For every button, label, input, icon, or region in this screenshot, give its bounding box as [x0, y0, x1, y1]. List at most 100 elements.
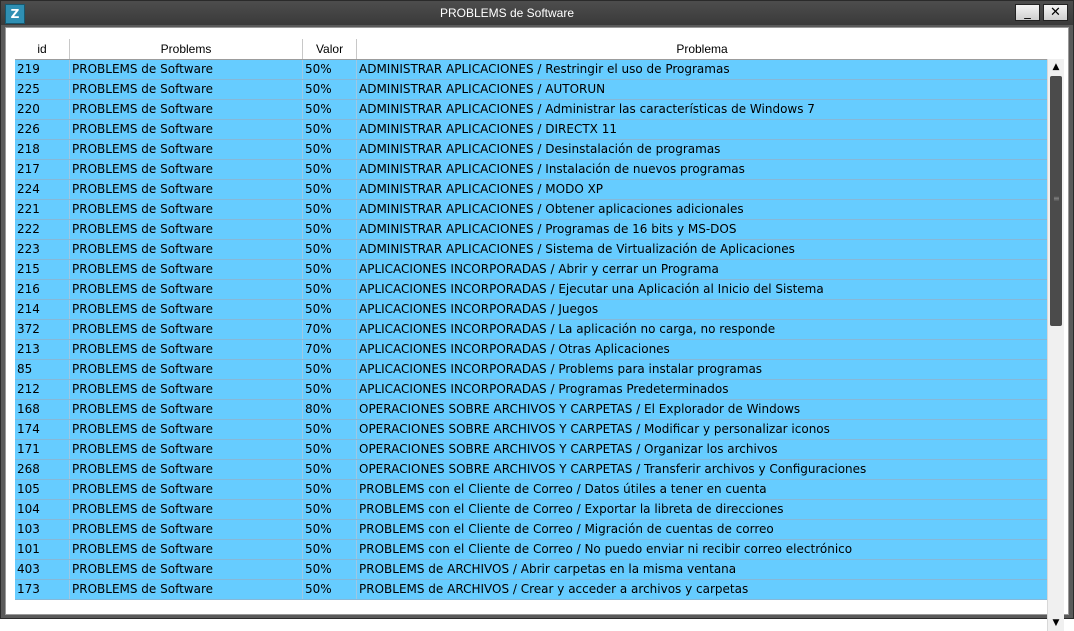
cell-problema: ADMINISTRAR APLICACIONES / Restringir el… [359, 62, 730, 76]
cell-id: 221 [15, 200, 70, 219]
cell-problema: PROBLEMS con el Cliente de Correo / Dato… [359, 482, 767, 496]
minimize-button[interactable]: _ [1015, 4, 1040, 21]
cell-problema: PROBLEMS con el Cliente de Correo / Expo… [359, 502, 784, 516]
table-row[interactable]: 225 PROBLEMS de Software 50% ADMINISTRAR AP… [15, 80, 1047, 100]
table-row[interactable]: 173 PROBLEMS de Software 50% PROBLEMS de AR… [15, 580, 1047, 600]
cell-problems: PROBLEMS de Software [70, 460, 303, 479]
cell-problems: PROBLEMS de Software [70, 580, 303, 599]
cell-problema: APLICACIONES INCORPORADAS / Otras Aplica… [359, 342, 670, 356]
cell-problema: ADMINISTRAR APLICACIONES / Obtener aplic… [359, 202, 744, 216]
cell-problems: PROBLEMS de Software [70, 160, 303, 179]
cell-valor: 50% [303, 260, 357, 279]
vertical-scrollbar[interactable]: ▲ ≡ ▼ [1047, 59, 1064, 631]
cell-valor: 70% [303, 320, 357, 339]
cell-id: 101 [15, 540, 70, 559]
table-row[interactable]: 212 PROBLEMS de Software 50% APLICACIONES I… [15, 380, 1047, 400]
table-row[interactable]: 105 PROBLEMS de Software 50% PROBLEMS con e… [15, 480, 1047, 500]
scroll-up-icon[interactable]: ▲ [1048, 59, 1064, 75]
column-header-valor[interactable]: Valor [303, 39, 357, 59]
cell-valor: 50% [303, 220, 357, 239]
cell-valor: 50% [303, 380, 357, 399]
cell-problems: PROBLEMS de Software [70, 100, 303, 119]
cell-id: 174 [15, 420, 70, 439]
table-row[interactable]: 174 PROBLEMS de Software 50% OPERACIONES SO… [15, 420, 1047, 440]
cell-problems: PROBLEMS de Software [70, 340, 303, 359]
cell-id: 223 [15, 240, 70, 259]
table-row[interactable]: 217 PROBLEMS de Software 50% ADMINISTRAR AP… [15, 160, 1047, 180]
cell-valor: 50% [303, 360, 357, 379]
table-row[interactable]: 214 PROBLEMS de Software 50% APLICACIONES I… [15, 300, 1047, 320]
cell-id: 171 [15, 440, 70, 459]
cell-id: 222 [15, 220, 70, 239]
app-window: Z PROBLEMS de Software _ ✕ id Problems V… [0, 0, 1074, 631]
table-row[interactable]: 226 PROBLEMS de Software 50% ADMINISTRAR AP… [15, 120, 1047, 140]
table-row[interactable]: 101 PROBLEMS de Software 50% PROBLEMS con e… [15, 540, 1047, 560]
table-row[interactable]: 103 PROBLEMS de Software 50% PROBLEMS con e… [15, 520, 1047, 540]
table-row[interactable]: 268 PROBLEMS de Software 50% OPERACIONES SO… [15, 460, 1047, 480]
table-row[interactable]: 215 PROBLEMS de Software 50% APLICACIONES I… [15, 260, 1047, 280]
grid-header: id Problems Valor Problema [15, 39, 1047, 60]
cell-problema: ADMINISTRAR APLICACIONES / Desinstalació… [359, 142, 721, 156]
table-row[interactable]: 403 PROBLEMS de Software 50% PROBLEMS de AR… [15, 560, 1047, 580]
table-row[interactable]: 223 PROBLEMS de Software 50% ADMINISTRAR AP… [15, 240, 1047, 260]
cell-problema: OPERACIONES SOBRE ARCHIVOS Y CARPETAS / … [359, 402, 801, 416]
cell-problems: PROBLEMS de Software [70, 540, 303, 559]
column-header-problems[interactable]: Problems [70, 39, 303, 59]
scroll-down-icon[interactable]: ▼ [1048, 615, 1064, 631]
cell-problems: PROBLEMS de Software [70, 300, 303, 319]
cell-problems: PROBLEMS de Software [70, 260, 303, 279]
cell-id: 268 [15, 460, 70, 479]
close-button[interactable]: ✕ [1043, 4, 1068, 21]
cell-id: 212 [15, 380, 70, 399]
table-row[interactable]: 168 PROBLEMS de Software 80% OPERACIONES SO… [15, 400, 1047, 420]
cell-problema: ADMINISTRAR APLICACIONES / Administrar l… [359, 102, 815, 116]
cell-valor: 50% [303, 60, 357, 79]
table-row[interactable]: 220 PROBLEMS de Software 50% ADMINISTRAR AP… [15, 100, 1047, 120]
cell-problems: PROBLEMS de Software [70, 320, 303, 339]
window-title: PROBLEMS de Software [439, 6, 575, 20]
cell-problems: PROBLEMS de Software [70, 200, 303, 219]
table-row[interactable]: 85 PROBLEMS de Software 50% APLICACIONES IN… [15, 360, 1047, 380]
table-row[interactable]: 372 PROBLEMS de Software 70% APLICACIONES I… [15, 320, 1047, 340]
table-row[interactable]: 104 PROBLEMS de Software 50% PROBLEMS con e… [15, 500, 1047, 520]
cell-valor: 50% [303, 100, 357, 119]
cell-id: 85 [15, 360, 70, 379]
title-bar[interactable]: Z PROBLEMS de Software _ ✕ [1, 1, 1073, 25]
cell-id: 226 [15, 120, 70, 139]
cell-problems: PROBLEMS de Software [70, 280, 303, 299]
cell-problema: APLICACIONES INCORPORADAS / Juegos [359, 302, 599, 316]
grid-body: 219 PROBLEMS de Software 50% ADMINISTRAR AP… [15, 60, 1047, 600]
cell-id: 225 [15, 80, 70, 99]
table-row[interactable]: 221 PROBLEMS de Software 50% ADMINISTRAR AP… [15, 200, 1047, 220]
cell-valor: 50% [303, 540, 357, 559]
cell-problema: ADMINISTRAR APLICACIONES / Instalación d… [359, 162, 745, 176]
table-row[interactable]: 224 PROBLEMS de Software 50% ADMINISTRAR AP… [15, 180, 1047, 200]
cell-problema: APLICACIONES INCORPORADAS / Problems par… [359, 362, 763, 376]
table-row[interactable]: 216 PROBLEMS de Software 50% APLICACIONES I… [15, 280, 1047, 300]
cell-id: 220 [15, 100, 70, 119]
table-row[interactable]: 213 PROBLEMS de Software 70% APLICACIONES I… [15, 340, 1047, 360]
table-row[interactable]: 218 PROBLEMS de Software 50% ADMINISTRAR AP… [15, 140, 1047, 160]
cell-valor: 50% [303, 480, 357, 499]
cell-problems: PROBLEMS de Software [70, 520, 303, 539]
cell-id: 218 [15, 140, 70, 159]
cell-valor: 50% [303, 160, 357, 179]
cell-valor: 50% [303, 300, 357, 319]
cell-id: 214 [15, 300, 70, 319]
scroll-thumb[interactable]: ≡ [1050, 76, 1062, 326]
data-grid[interactable]: id Problems Valor Problema 219 PROBLEMS d… [15, 39, 1047, 621]
table-row[interactable]: 222 PROBLEMS de Software 50% ADMINISTRAR AP… [15, 220, 1047, 240]
table-row[interactable]: 219 PROBLEMS de Software 50% ADMINISTRAR AP… [15, 60, 1047, 80]
cell-valor: 50% [303, 140, 357, 159]
cell-problems: PROBLEMS de Software [70, 400, 303, 419]
column-header-problema[interactable]: Problema [357, 39, 1047, 59]
cell-problema: ADMINISTRAR APLICACIONES / DIRECTX 11 [359, 122, 617, 136]
cell-valor: 50% [303, 440, 357, 459]
cell-problems: PROBLEMS de Software [70, 500, 303, 519]
cell-id: 215 [15, 260, 70, 279]
column-header-id[interactable]: id [15, 39, 70, 59]
table-row[interactable]: 171 PROBLEMS de Software 50% OPERACIONES SO… [15, 440, 1047, 460]
cell-valor: 50% [303, 520, 357, 539]
cell-valor: 80% [303, 400, 357, 419]
cell-problema: APLICACIONES INCORPORADAS / Abrir y cerr… [359, 262, 719, 276]
